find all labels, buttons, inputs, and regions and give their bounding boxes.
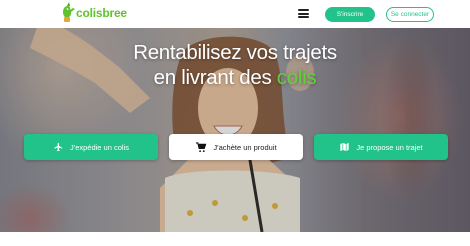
login-button[interactable]: Se connecter (386, 7, 434, 22)
hero-headline: Rentabilisez vos trajets en livrant des … (0, 40, 470, 90)
send-parcel-button[interactable]: J'expédie un colis (24, 134, 158, 160)
headline-line-2: en livrant des colis (0, 65, 470, 90)
headline-accent: colis (276, 66, 317, 89)
page-bottom (0, 232, 470, 246)
hamburger-menu-icon[interactable] (298, 9, 309, 18)
logo[interactable]: colisbree (60, 2, 127, 26)
map-icon (339, 142, 350, 152)
navbar: colisbree S'inscrire Se connecter (0, 0, 470, 28)
send-parcel-label: J'expédie un colis (70, 142, 129, 152)
logo-text: colisbree (76, 6, 127, 20)
cart-icon (195, 141, 207, 153)
headline-line-2-prefix: en livrant des (153, 66, 277, 89)
propose-trip-button[interactable]: Je propose un trajet (314, 134, 448, 160)
headline-line-1: Rentabilisez vos trajets (133, 41, 337, 64)
signup-button[interactable]: S'inscrire (325, 7, 375, 22)
propose-trip-label: Je propose un trajet (356, 142, 423, 152)
buy-product-button[interactable]: J'achète un produit (169, 134, 303, 160)
buy-product-label: J'achète un produit (213, 142, 277, 152)
plane-icon (53, 142, 64, 152)
